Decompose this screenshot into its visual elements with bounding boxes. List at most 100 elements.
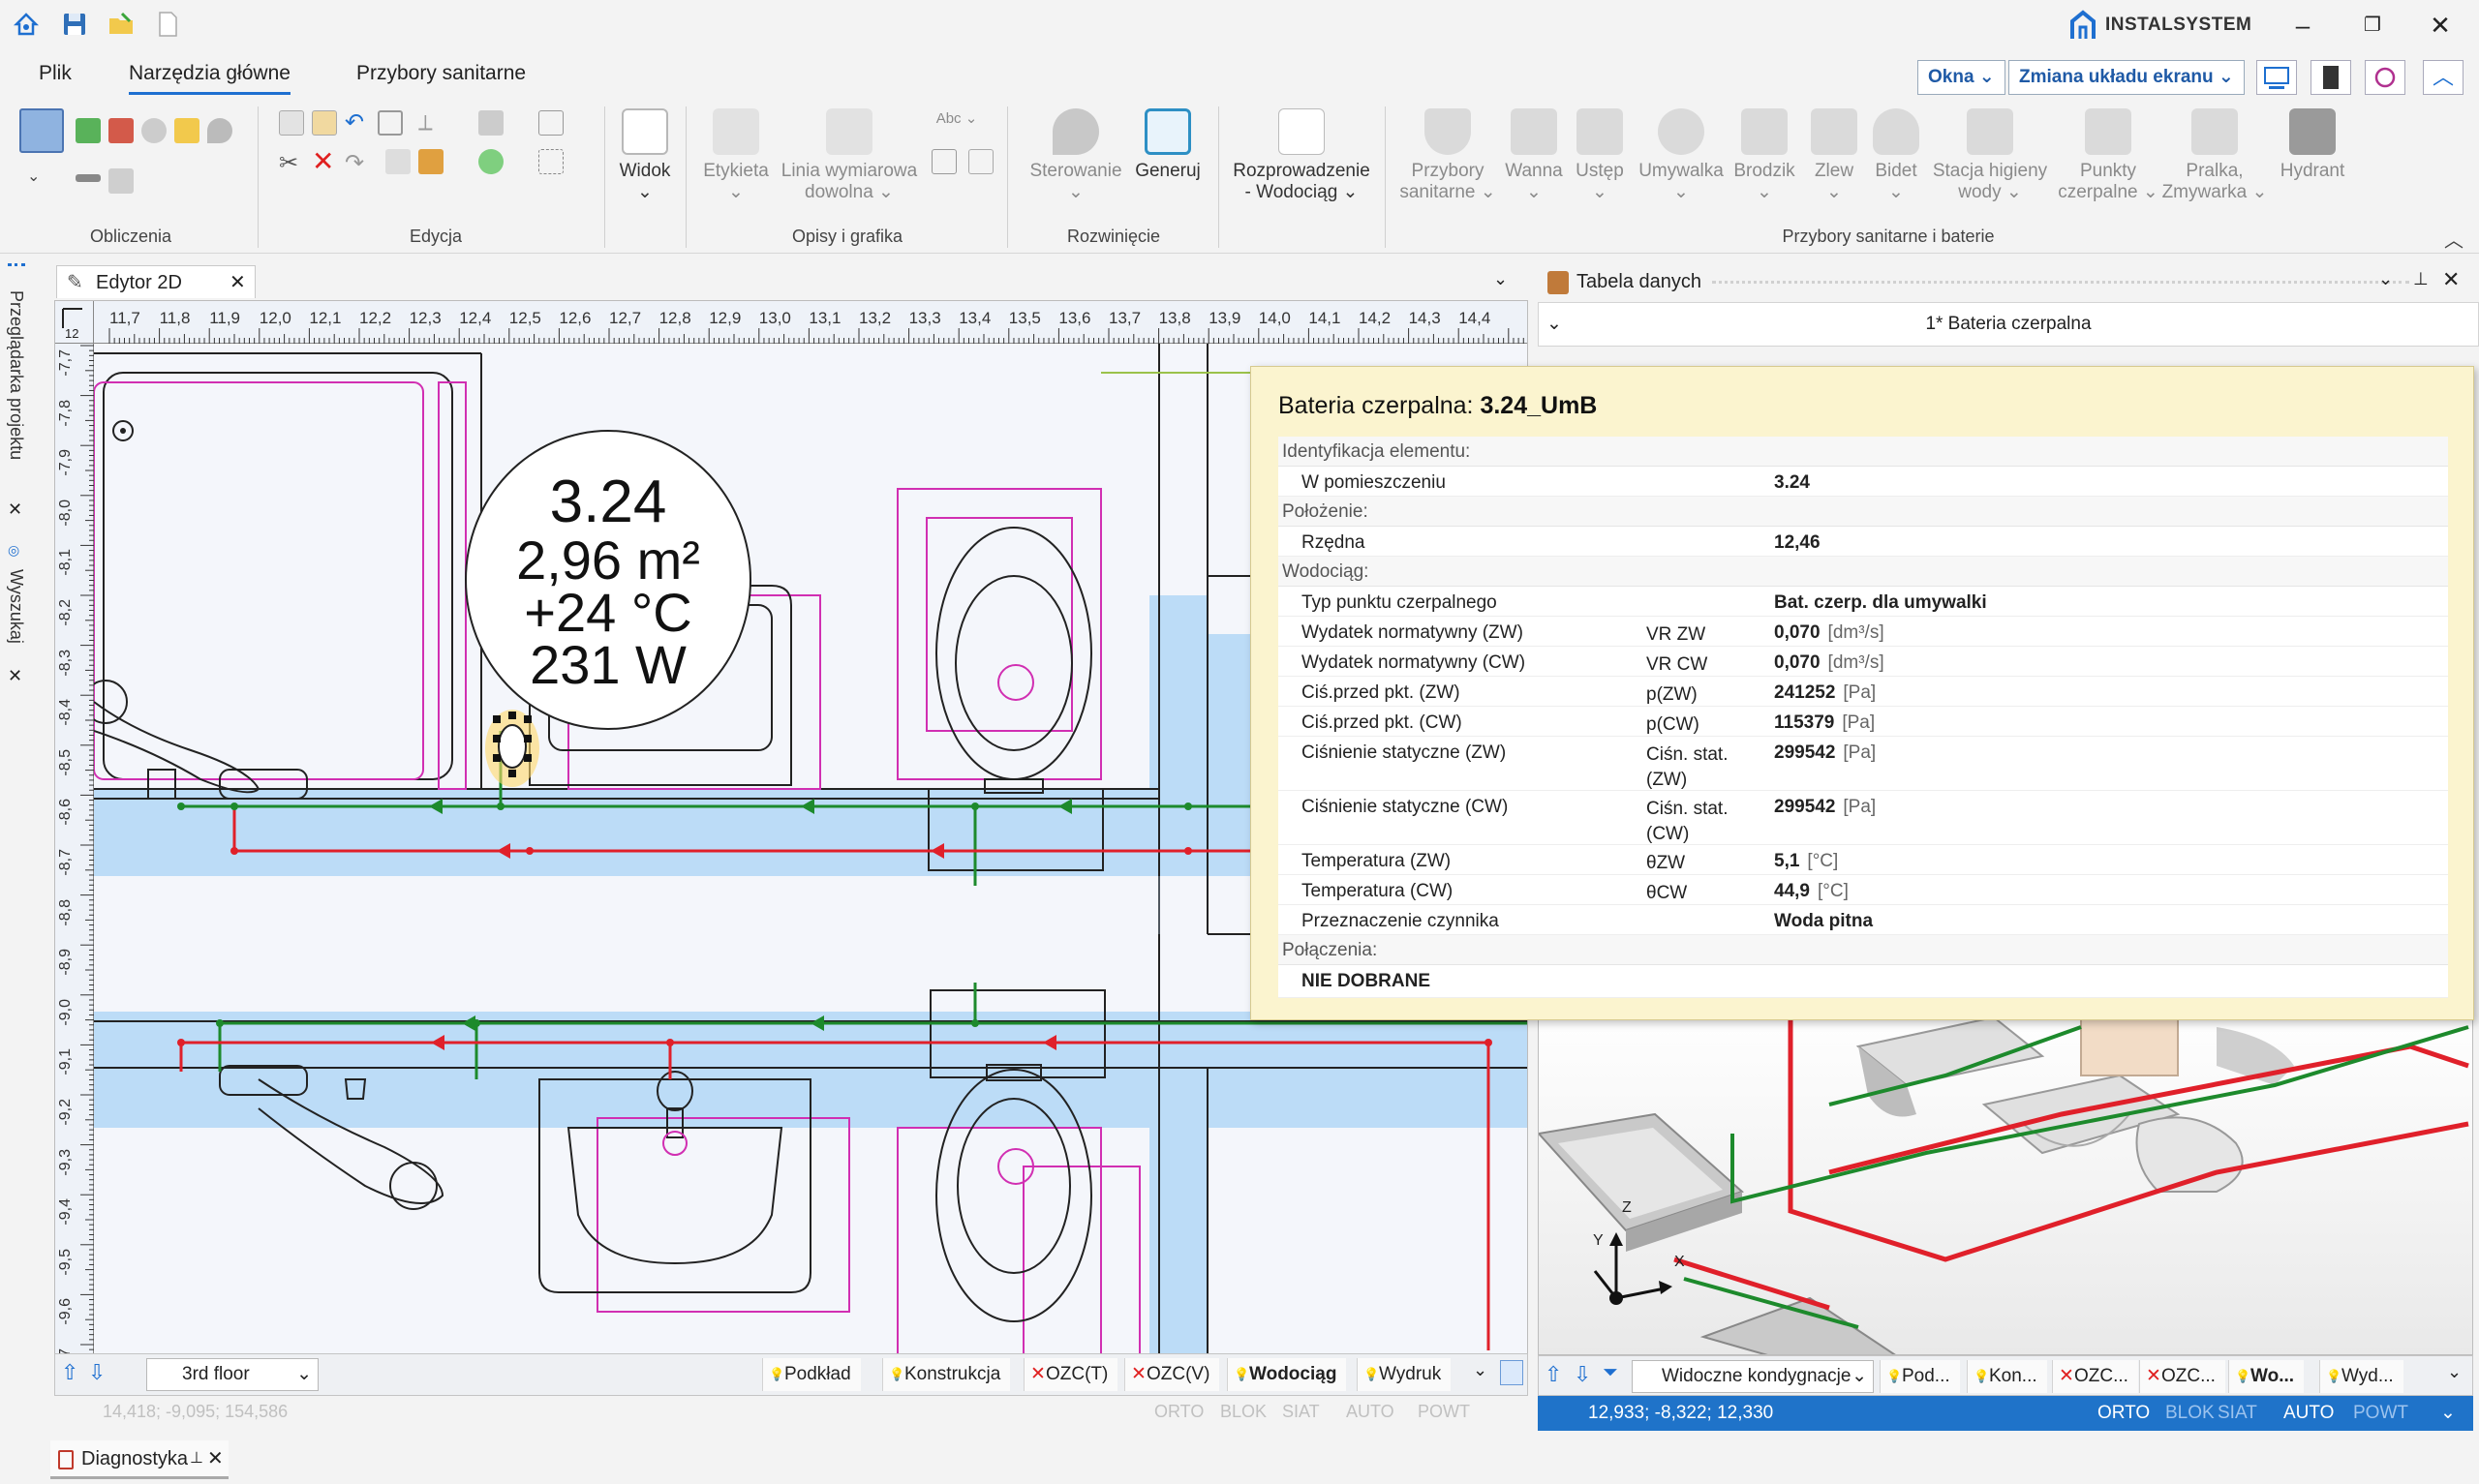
rozprowadzenie-button[interactable]: Rozprowadzenie - Wodociąg ⌄ — [1224, 108, 1379, 203]
diagnostyka-tab[interactable]: Diagnostyka ⊥ ✕ — [50, 1440, 229, 1479]
save-icon[interactable] — [60, 10, 89, 39]
przegladarka-projektu-tab[interactable]: Przeglądarka projektu — [6, 290, 26, 460]
chevron-down-icon[interactable]: ⌄ — [1473, 1360, 1487, 1380]
layer-tab[interactable]: ✕ OZC... — [2139, 1360, 2225, 1393]
building-calc-icon[interactable] — [76, 118, 101, 143]
status-flag[interactable]: ORTO — [2097, 1396, 2150, 1431]
hydrant-button[interactable]: Hydrant — [2270, 108, 2355, 182]
theme-icon-button[interactable] — [2365, 60, 2405, 95]
layer-tab[interactable]: 💡 Pod... — [1880, 1360, 1960, 1393]
paste-icon[interactable] — [312, 110, 337, 136]
tab-narzedzia-glowne[interactable]: Narzędzia główne — [129, 62, 291, 95]
linia-wymiarowa-button[interactable]: Linia wymiarowa dowolna ⌄ — [777, 108, 922, 203]
cut-icon[interactable]: ✂ — [279, 149, 304, 176]
chevron-down-icon[interactable]: ⌄ — [1546, 303, 1562, 346]
pin-icon[interactable]: ⊥ — [2413, 269, 2429, 289]
status-flag[interactable]: BLOK — [2165, 1396, 2215, 1431]
status-flag[interactable]: SIAT — [2218, 1396, 2257, 1431]
chevron-down-icon[interactable]: ⌄ — [2440, 1396, 2456, 1431]
filter-icon[interactable]: ⏷ — [1603, 1362, 1624, 1384]
home-icon[interactable] — [12, 10, 41, 39]
ribbon-collapse-icon[interactable]: ︿ — [2444, 225, 2469, 252]
rotate-icon[interactable] — [478, 149, 504, 174]
status-flag[interactable]: ORTO — [1154, 1396, 1204, 1427]
grid-icon[interactable] — [538, 110, 564, 136]
table-icon[interactable] — [932, 149, 957, 174]
editor-2d-tab[interactable]: ✎ Edytor 2D ✕ — [56, 265, 256, 298]
layer-tab[interactable]: 💡 Wydruk — [1357, 1358, 1452, 1391]
ustep-button[interactable]: Ustęp ⌄ — [1569, 108, 1631, 203]
arrow-up-button[interactable]: ⇧ — [61, 1360, 82, 1389]
etykieta-button[interactable]: Etykieta ⌄ — [697, 108, 775, 203]
gray-drop-icon[interactable] — [207, 118, 232, 143]
pralka-zmywarka-button[interactable]: Pralka, Zmywarka ⌄ — [2161, 108, 2268, 203]
layer-tab[interactable]: ✕ OZC(V) — [1124, 1358, 1220, 1391]
sterowanie-button[interactable]: Sterowanie ⌄ — [1023, 108, 1129, 203]
selected-tap[interactable] — [485, 710, 539, 787]
pin-icon[interactable]: ⊥ — [190, 1440, 203, 1477]
visible-floors-selector[interactable]: Widoczne kondygnacje ⌄ — [1632, 1360, 1874, 1393]
zlew-button[interactable]: Zlew ⌄ — [1803, 108, 1865, 203]
layer-tab[interactable]: 💡 Konstrukcja — [882, 1358, 1011, 1391]
dropdown-small-icon[interactable]: ⌄ — [27, 167, 46, 192]
wanna-button[interactable]: Wanna ⌄ — [1503, 108, 1565, 203]
brodzik-button[interactable]: Brodzik ⌄ — [1729, 108, 1799, 203]
wyszukaj-tab[interactable]: Wyszukaj — [6, 569, 26, 644]
room-label-bubble[interactable]: 3.24 2,96 m² +24 °C 231 W — [465, 430, 751, 730]
3d-view[interactable]: Z Y X — [1538, 1007, 2473, 1355]
layer-tab[interactable]: ✕ OZC... — [2052, 1360, 2138, 1393]
przybory-sanitarne-button[interactable]: Przybory sanitarne ⌄ — [1394, 108, 1501, 203]
calculator-icon[interactable] — [19, 108, 64, 153]
move-icon[interactable] — [385, 149, 411, 174]
open-folder-icon[interactable] — [107, 10, 136, 39]
close-icon[interactable]: ✕ — [8, 500, 22, 520]
layer-tab[interactable]: 💡 Wodociąg — [1227, 1358, 1347, 1391]
connect-icon[interactable] — [418, 149, 444, 174]
chevron-down-icon[interactable]: ⌄ — [2447, 1362, 2462, 1382]
copy-icon[interactable] — [279, 110, 304, 136]
restore-button[interactable]: ❐ — [2353, 8, 2392, 43]
status-flag[interactable]: BLOK — [1220, 1396, 1267, 1427]
floor-selector[interactable]: 3rd floor ⌄ — [146, 1358, 319, 1391]
close-window-button[interactable]: ✕ — [2421, 8, 2460, 43]
okna-dropdown[interactable]: Okna ⌄ — [1917, 60, 2005, 95]
pin-icon[interactable]: ⟂ — [418, 110, 444, 136]
close-icon[interactable]: ✕ — [207, 1440, 224, 1477]
water-drop-icon[interactable] — [174, 118, 199, 143]
umywalka-button[interactable]: Umywalka ⌄ — [1635, 108, 1728, 203]
bidet-button[interactable]: Bidet ⌄ — [1865, 108, 1927, 203]
status-flag[interactable]: AUTO — [2283, 1396, 2334, 1431]
chevron-down-icon[interactable]: ⌄ — [1493, 269, 1508, 289]
layer-settings-icon[interactable] — [1500, 1360, 1523, 1385]
copy-calc-icon[interactable] — [108, 168, 134, 194]
tab-przybory-sanitarne[interactable]: Przybory sanitarne — [356, 62, 526, 95]
layer-tab[interactable]: ✕ OZC(T) — [1024, 1358, 1118, 1391]
layer-tab[interactable]: 💡 Wo... — [2228, 1360, 2305, 1393]
page-icon[interactable] — [968, 149, 994, 174]
generuj-button[interactable]: Generuj — [1129, 108, 1207, 182]
selected-element-header[interactable]: ⌄ 1* Bateria czerpalna — [1538, 302, 2479, 347]
stacja-higieny-button[interactable]: Stacja higieny wody ⌄ — [1927, 108, 2053, 203]
collapse-ribbon-button[interactable]: ︿ — [2423, 60, 2464, 95]
minimize-button[interactable]: – — [2283, 8, 2322, 43]
status-flag[interactable]: AUTO — [1346, 1396, 1394, 1427]
close-icon[interactable]: ✕ — [2442, 267, 2460, 292]
delete-icon[interactable]: ✕ — [312, 148, 337, 175]
status-flag[interactable]: SIAT — [1282, 1396, 1320, 1427]
tab-plik[interactable]: Plik — [39, 62, 72, 95]
layer-tab[interactable]: 💡 Wyd... — [2319, 1360, 2403, 1393]
status-flag[interactable]: POWT — [2353, 1396, 2408, 1431]
abc-button[interactable]: Abc ⌄ — [928, 108, 986, 130]
arrow-up-button[interactable]: ⇧ — [1545, 1362, 1566, 1387]
fan-icon[interactable] — [141, 118, 167, 143]
layer-tab[interactable]: 💡 Podkład — [762, 1358, 861, 1391]
new-document-icon[interactable] — [153, 10, 182, 39]
punkty-czerpalne-button[interactable]: Punkty czerpalne ⌄ — [2057, 108, 2159, 203]
frame-icon[interactable] — [378, 110, 403, 136]
layer-tab[interactable]: 💡 Kon... — [1967, 1360, 2047, 1393]
align-icon[interactable] — [478, 110, 504, 136]
ruler-icon[interactable] — [76, 174, 101, 182]
close-icon[interactable]: ✕ — [8, 666, 22, 686]
layout-icon-button[interactable] — [2256, 60, 2297, 95]
house-calc-icon[interactable] — [108, 118, 134, 143]
